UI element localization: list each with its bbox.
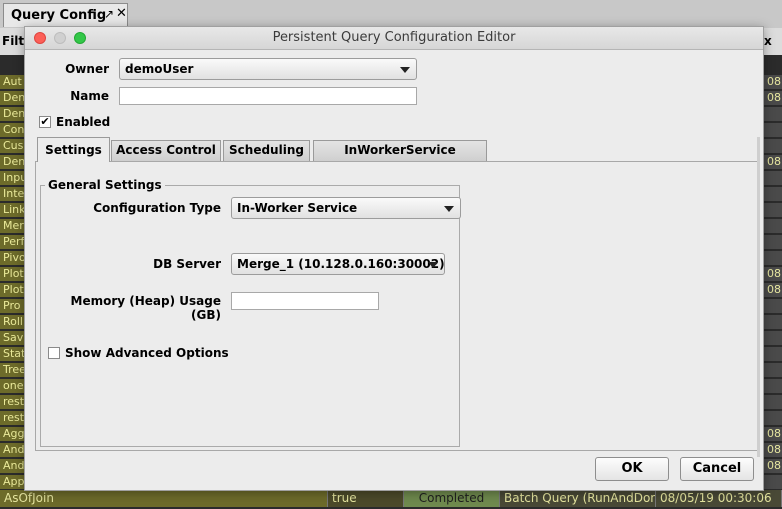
list-item[interactable]: 08 (764, 443, 782, 457)
list-item[interactable] (764, 315, 782, 329)
owner-label: Owner (65, 62, 109, 76)
list-item[interactable] (764, 219, 782, 233)
list-item[interactable] (764, 203, 782, 217)
enabled-checkbox[interactable]: ✔ (39, 116, 51, 128)
pin-icon[interactable]: ↗ (104, 7, 114, 21)
list-item[interactable]: 08 (764, 459, 782, 473)
list-item[interactable] (764, 107, 782, 121)
list-item[interactable] (764, 299, 782, 313)
query-name-column: Aut Den Den Con Cus Den Inpu Inte Link Mer Perf Piv… (0, 75, 26, 491)
list-item[interactable] (764, 411, 782, 425)
list-item[interactable]: Roll (0, 315, 26, 329)
config-editor-dialog: Persistent Query Configuration Editor Ow… (24, 26, 764, 491)
chevron-down-icon (400, 67, 410, 73)
list-item[interactable]: Tree (0, 363, 26, 377)
list-item[interactable]: 08 (764, 91, 782, 105)
list-item[interactable]: App (0, 475, 26, 489)
show-advanced-label: Show Advanced Options (65, 346, 229, 360)
settings-panel: General Settings Configuration Type In-W… (35, 161, 758, 451)
list-item[interactable] (764, 331, 782, 345)
list-item[interactable]: Plot (0, 283, 26, 297)
panel-edge (757, 137, 760, 457)
dialog-titlebar[interactable]: Persistent Query Configuration Editor (25, 27, 763, 50)
query-name-cell[interactable]: AsOfJoin (0, 490, 328, 507)
list-item[interactable]: Con (0, 123, 26, 137)
list-item[interactable]: 08 (764, 427, 782, 441)
type-cell[interactable]: Batch Query (RunAndDone) (500, 490, 656, 507)
enabled-label: Enabled (56, 115, 111, 129)
tab-query-config[interactable]: Query Config ↗ ✕ (3, 3, 128, 27)
configuration-type-dropdown[interactable]: In-Worker Service (231, 197, 461, 219)
tab-label: Query Config (11, 8, 107, 23)
list-item[interactable]: Den (0, 155, 26, 169)
list-item[interactable] (764, 171, 782, 185)
list-item[interactable]: Aut (0, 75, 26, 89)
ok-button[interactable]: OK (595, 457, 669, 481)
list-item[interactable]: rest (0, 411, 26, 425)
list-item[interactable]: Den (0, 107, 26, 121)
list-item[interactable]: Pro (0, 299, 26, 313)
list-item[interactable]: one (0, 379, 26, 393)
enabled-cell[interactable]: true (328, 490, 404, 507)
table-row[interactable]: AsOfJoin true Completed Batch Query (Run… (0, 490, 782, 507)
status-cell[interactable]: Completed (404, 490, 500, 507)
db-server-label: DB Server (153, 257, 221, 271)
configuration-type-label: Configuration Type (93, 201, 221, 215)
list-item[interactable]: Agg (0, 427, 26, 441)
name-label: Name (70, 89, 109, 103)
list-item[interactable]: Inte (0, 187, 26, 201)
dialog-title: Persistent Query Configuration Editor (272, 30, 516, 45)
list-item[interactable]: Inpu (0, 171, 26, 185)
memory-usage-label: Memory (Heap) Usage (GB) (70, 294, 221, 322)
list-item[interactable] (764, 475, 782, 489)
list-item[interactable]: 08 (764, 283, 782, 297)
db-server-value: Merge_1 (10.128.0.160:30002) (237, 257, 445, 271)
list-item[interactable]: And (0, 443, 26, 457)
list-item[interactable]: Pivo (0, 251, 26, 265)
show-advanced-checkbox[interactable] (48, 347, 60, 359)
list-item[interactable]: 08 (764, 267, 782, 281)
list-item[interactable] (764, 347, 782, 361)
cancel-button[interactable]: Cancel (680, 457, 754, 481)
configuration-type-value: In-Worker Service (237, 201, 358, 215)
owner-dropdown[interactable]: demoUser (119, 58, 417, 80)
chevron-down-icon (428, 262, 438, 268)
chevron-down-icon (444, 206, 454, 212)
list-item[interactable] (764, 187, 782, 201)
list-item[interactable]: Cus (0, 139, 26, 153)
list-item[interactable] (764, 251, 782, 265)
tab-inworker-service-settings[interactable]: InWorkerService Settings (313, 140, 487, 176)
list-item[interactable] (764, 363, 782, 377)
list-item[interactable]: Plot (0, 267, 26, 281)
close-icon[interactable]: ✕ (116, 6, 127, 21)
list-item[interactable]: rest (0, 395, 26, 409)
tab-strip: Query Config ↗ ✕ (0, 0, 782, 29)
list-item[interactable] (764, 139, 782, 153)
list-item[interactable] (764, 235, 782, 249)
owner-value: demoUser (125, 62, 194, 76)
list-item[interactable]: 08 (764, 155, 782, 169)
date-cell[interactable]: 08/05/19 00:30:06 (656, 490, 782, 507)
tab-access-control[interactable]: Access Control (111, 140, 221, 161)
name-field[interactable] (119, 87, 417, 105)
toolbar-right-label: x (764, 34, 772, 48)
general-settings-title: General Settings (45, 178, 165, 192)
list-item[interactable]: Sav (0, 331, 26, 345)
query-date-column: 08 08 08 08 08 08 08 08 (764, 75, 782, 491)
list-item[interactable]: Mer (0, 219, 26, 233)
list-item[interactable]: Perf (0, 235, 26, 249)
list-item[interactable] (764, 395, 782, 409)
list-item[interactable] (764, 123, 782, 137)
general-settings-group: General Settings Configuration Type In-W… (40, 178, 461, 447)
list-item[interactable]: Stat (0, 347, 26, 361)
tab-settings[interactable]: Settings (37, 137, 110, 162)
memory-usage-field[interactable] (231, 292, 379, 310)
list-item[interactable]: Link (0, 203, 26, 217)
list-item[interactable] (764, 379, 782, 393)
db-server-dropdown[interactable]: Merge_1 (10.128.0.160:30002) (231, 253, 445, 275)
list-item[interactable]: 08 (764, 75, 782, 89)
list-item[interactable]: And (0, 459, 26, 473)
list-item[interactable]: Den (0, 91, 26, 105)
tab-scheduling[interactable]: Scheduling (223, 140, 310, 161)
